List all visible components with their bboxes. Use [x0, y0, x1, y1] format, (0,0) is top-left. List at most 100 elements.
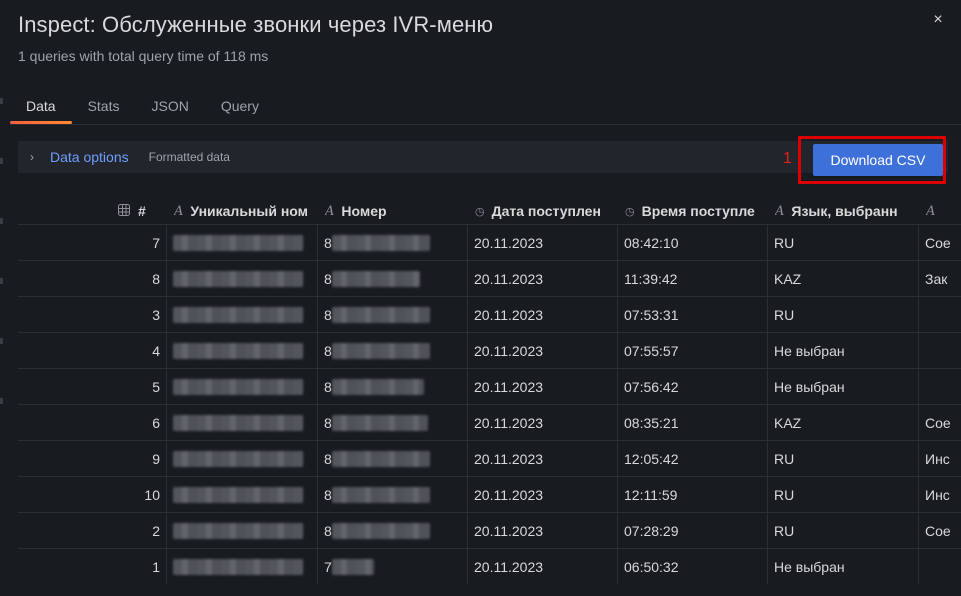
cell-unique-number: [166, 549, 317, 584]
column-label: Уникальный ном: [190, 203, 308, 219]
number-prefix: 8: [324, 486, 332, 503]
table-row[interactable]: 5 8 20.11.2023 07:56:42 Не выбран: [18, 368, 961, 404]
table-row[interactable]: 9 8 20.11.2023 12:05:42 RU Инс: [18, 440, 961, 476]
column-header-date[interactable]: ◷ Дата поступлен: [475, 194, 610, 228]
redacted-value: [173, 414, 303, 431]
redacted-value: [331, 414, 428, 431]
cell-date: 20.11.2023: [467, 225, 617, 260]
cell-language: RU: [767, 225, 918, 260]
redacted-value: [331, 558, 374, 575]
number-prefix: 8: [324, 234, 332, 251]
redacted-value: [173, 558, 303, 575]
tab-json[interactable]: JSON: [135, 90, 204, 124]
close-icon[interactable]: ×: [928, 10, 948, 30]
column-label: Время поступле: [641, 203, 755, 219]
cell-number: 8: [317, 369, 467, 404]
cell-unique-number: [166, 369, 317, 404]
cell-index: 8: [152, 270, 160, 287]
cell-language: RU: [767, 513, 918, 548]
data-options-description: Formatted data: [148, 150, 230, 164]
text-type-icon: A: [926, 203, 936, 219]
column-label: Язык, выбранн: [791, 203, 898, 219]
cell-date: 20.11.2023: [467, 549, 617, 584]
tab-query[interactable]: Query: [205, 90, 275, 124]
cell-number: 7: [317, 549, 467, 584]
table-row[interactable]: 1 7 20.11.2023 06:50:32 Не выбран: [18, 548, 961, 584]
cell-extra: [918, 333, 961, 368]
redacted-value: [173, 234, 303, 251]
text-type-icon: A: [325, 203, 335, 219]
modal-header: Inspect: Обслуженные звонки через IVR-ме…: [18, 12, 493, 38]
cell-index: 3: [152, 306, 160, 323]
cell-time: 12:05:42: [617, 441, 767, 476]
number-prefix: 8: [324, 522, 332, 539]
cell-time: 06:50:32: [617, 549, 767, 584]
cell-extra: [918, 297, 961, 332]
number-prefix: 8: [324, 450, 332, 467]
cell-language: KAZ: [767, 405, 918, 440]
cell-time: 12:11:59: [617, 477, 767, 512]
column-header-extra[interactable]: A: [926, 194, 961, 228]
column-header-number[interactable]: A Номер: [325, 194, 467, 228]
text-type-icon: A: [775, 203, 785, 219]
cell-date: 20.11.2023: [467, 297, 617, 332]
cell-number: 8: [317, 297, 467, 332]
table-row[interactable]: 2 8 20.11.2023 07:28:29 RU Сое: [18, 512, 961, 548]
column-label: Номер: [341, 203, 387, 219]
cell-date: 20.11.2023: [467, 369, 617, 404]
cell-unique-number: [166, 333, 317, 368]
column-label: #: [138, 203, 146, 219]
inspect-tabs: Data Stats JSON Query: [10, 90, 275, 124]
column-header-time[interactable]: ◷ Время поступле: [625, 194, 760, 228]
redacted-value: [331, 234, 430, 251]
cell-unique-number: [166, 405, 317, 440]
redacted-value: [173, 270, 303, 287]
modal-title: Inspect: Обслуженные звонки через IVR-ме…: [18, 12, 494, 37]
number-prefix: 8: [324, 378, 332, 395]
redacted-value: [331, 270, 420, 287]
tab-stats[interactable]: Stats: [72, 90, 136, 124]
cell-number: 8: [317, 477, 467, 512]
number-prefix: 8: [324, 270, 332, 287]
cell-language: RU: [767, 297, 918, 332]
cell-extra: Сое: [918, 513, 961, 548]
table-row[interactable]: 8 8 20.11.2023 11:39:42 KAZ Зак: [18, 260, 961, 296]
redacted-value: [173, 486, 303, 503]
cell-language: KAZ: [767, 261, 918, 296]
cell-unique-number: [166, 297, 317, 332]
redacted-value: [173, 450, 303, 467]
column-header-language[interactable]: A Язык, выбранн: [775, 194, 920, 228]
table-row[interactable]: 7 8 20.11.2023 08:42:10 RU Сое: [18, 224, 961, 260]
number-prefix: 8: [324, 306, 332, 323]
clock-icon: ◷: [625, 204, 635, 218]
cell-unique-number: [166, 477, 317, 512]
data-options-toggle[interactable]: Data options: [50, 149, 129, 165]
tab-data[interactable]: Data: [10, 90, 72, 124]
cell-time: 07:55:57: [617, 333, 767, 368]
redacted-value: [173, 378, 303, 395]
cell-number: 8: [317, 441, 467, 476]
redacted-value: [331, 486, 430, 503]
cell-time: 07:56:42: [617, 369, 767, 404]
cell-number: 8: [317, 513, 467, 548]
redacted-value: [331, 342, 430, 359]
cell-index: 6: [152, 414, 160, 431]
table-row[interactable]: 6 8 20.11.2023 08:35:21 KAZ Сое: [18, 404, 961, 440]
query-summary: 1 queries with total query time of 118 m…: [18, 48, 269, 64]
cell-language: RU: [767, 441, 918, 476]
redacted-value: [173, 306, 303, 323]
table-row[interactable]: 10 8 20.11.2023 12:11:59 RU Инс: [18, 476, 961, 512]
column-header-unique-number[interactable]: A Уникальный ном: [174, 194, 308, 228]
number-prefix: 8: [324, 414, 332, 431]
cell-index: 9: [152, 450, 160, 467]
text-type-icon: A: [174, 203, 184, 219]
data-table: # A Уникальный ном A Номер ◷ Дата поступ…: [18, 194, 961, 596]
table-row[interactable]: 3 8 20.11.2023 07:53:31 RU: [18, 296, 961, 332]
column-header-index[interactable]: #: [118, 194, 163, 228]
cell-time: 11:39:42: [617, 261, 767, 296]
cell-index: 5: [152, 378, 160, 395]
cell-date: 20.11.2023: [467, 441, 617, 476]
table-row[interactable]: 4 8 20.11.2023 07:55:57 Не выбран: [18, 332, 961, 368]
table-icon: [118, 203, 130, 219]
number-prefix: 7: [324, 558, 332, 575]
